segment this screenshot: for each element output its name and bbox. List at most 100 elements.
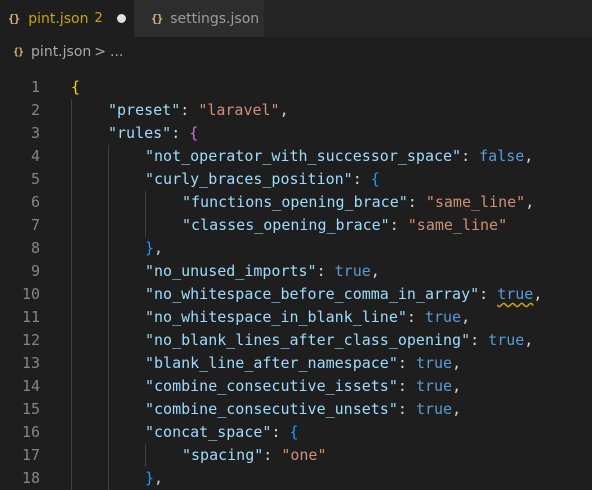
line-number: 13 (21, 354, 40, 372)
unsaved-dot-icon[interactable] (116, 14, 126, 23)
problem-count-badge: 2 (94, 11, 103, 26)
code-token: false (479, 147, 525, 165)
breadcrumb-separator: > (94, 44, 106, 60)
code-line[interactable]: 10 "no_whitespace_before_comma_in_array":… (0, 283, 592, 306)
code-token: : (397, 377, 416, 395)
code-line[interactable]: 5 "curly_braces_position": { (0, 168, 592, 191)
code-text: "blank_line_after_namespace": true, (145, 352, 461, 375)
code-token: true (334, 262, 371, 280)
line-number: 8 (30, 239, 40, 257)
code-line[interactable]: 11 "no_whitespace_in_blank_line": true, (0, 306, 592, 329)
line-number: 6 (30, 193, 40, 211)
code-token: : (479, 285, 498, 303)
indent-guide (108, 145, 109, 490)
code-token: : (316, 262, 335, 280)
code-token: : (461, 147, 480, 165)
line-number: 9 (30, 262, 40, 280)
code-line[interactable]: 6 "functions_opening_brace": "same_line", (0, 191, 592, 214)
line-number: 1 (30, 78, 40, 96)
code-editor[interactable]: 1{2 "preset": "laravel", 3 "rules": {4 "not_… (0, 66, 592, 490)
code-token: : (352, 170, 371, 188)
code-token: "no_blank_lines_after_class_opening" (145, 331, 471, 349)
code-token: "laravel" (198, 101, 280, 119)
code-token: , (370, 262, 380, 280)
code-line[interactable]: 16 "concat_space": { (0, 421, 592, 444)
code-text: "concat_space": { (145, 421, 299, 444)
code-token: true (488, 331, 525, 349)
code-token: , (524, 147, 534, 165)
code-token: true (415, 400, 453, 418)
code-line[interactable]: 14 "combine_consecutive_issets": true, (0, 375, 592, 398)
line-number: 4 (30, 147, 40, 165)
code-text: "no_whitespace_before_comma_in_array": t… (145, 283, 542, 306)
code-token: { (289, 423, 299, 441)
code-token: , (524, 331, 534, 349)
code-token: "functions_opening_brace" (182, 193, 408, 211)
code-text: "not_operator_with_successor_space": fal… (145, 145, 533, 168)
code-line[interactable]: 9 "no_unused_imports": true, (0, 260, 592, 283)
code-token: "no_unused_imports" (145, 262, 317, 280)
code-token: true (415, 377, 453, 395)
tab-settings-json[interactable]: {} settings.json (134, 0, 264, 37)
code-token: : (180, 101, 199, 119)
code-token: true (497, 285, 534, 303)
code-line[interactable]: 1{ (0, 76, 592, 99)
code-token: "no_whitespace_before_comma_in_array" (145, 285, 480, 303)
code-token: "same_line" (425, 193, 526, 211)
code-token: "classes_opening_brace" (182, 216, 390, 234)
code-token: "combine_consecutive_unsets" (145, 400, 398, 418)
code-token: , (279, 101, 289, 119)
code-line[interactable]: 12 "no_blank_lines_after_class_opening": … (0, 329, 592, 352)
json-braces-icon: {} (8, 12, 20, 25)
code-token: "spacing" (182, 446, 264, 464)
code-token: , (525, 193, 535, 211)
breadcrumb-file[interactable]: pint.json (31, 44, 91, 60)
code-token: , (461, 308, 471, 326)
json-braces-icon: {} (151, 12, 163, 25)
code-token: "one" (281, 446, 327, 464)
code-line[interactable]: 2 "preset": "laravel", (0, 99, 592, 122)
code-token: : (389, 216, 408, 234)
line-number: 14 (21, 377, 40, 395)
code-token: , (452, 377, 462, 395)
indent-guide (71, 99, 72, 490)
code-line[interactable]: 8}, (0, 237, 592, 260)
breadcrumb: {} pint.json > ... (0, 38, 592, 66)
code-text: "no_blank_lines_after_class_opening": tr… (145, 329, 533, 352)
code-token: : (263, 446, 282, 464)
code-token: { (189, 124, 199, 142)
line-number: 5 (30, 170, 40, 188)
tab-label: settings.json (170, 10, 260, 27)
code-text: "no_whitespace_in_blank_line": true, (145, 306, 470, 329)
code-token: "same_line" (407, 216, 508, 234)
code-token: "concat_space" (145, 423, 272, 441)
breadcrumb-more[interactable]: ... (110, 44, 123, 60)
line-number: 10 (21, 285, 40, 303)
code-text: "spacing": "one" (182, 444, 327, 467)
code-token: : (171, 124, 190, 142)
code-token: "not_operator_with_successor_space" (145, 147, 462, 165)
code-token: } (145, 239, 155, 257)
code-line[interactable]: 17 "spacing": "one" (0, 444, 592, 467)
code-token: , (452, 354, 462, 372)
indent-guide (145, 191, 146, 237)
code-text: "curly_braces_position": { (145, 168, 380, 191)
code-token: "preset" (108, 101, 181, 119)
code-line[interactable]: 15 "combine_consecutive_unsets": true, (0, 398, 592, 421)
code-text: "combine_consecutive_issets": true, (145, 375, 461, 398)
line-number: 12 (21, 331, 40, 349)
code-text: "preset": "laravel", (108, 99, 289, 122)
line-number: 3 (30, 124, 40, 142)
code-text: { (71, 76, 80, 99)
line-number: 7 (30, 216, 40, 234)
code-line[interactable]: 4 "not_operator_with_successor_space": fa… (0, 145, 592, 168)
code-line[interactable]: 13 "blank_line_after_namespace": true, (0, 352, 592, 375)
indent-guide (145, 444, 146, 467)
code-token: "curly_braces_position" (145, 170, 353, 188)
code-line[interactable]: 7 "classes_opening_brace": "same_line" (0, 214, 592, 237)
code-text: "no_unused_imports": true, (145, 260, 380, 283)
code-token: "rules" (108, 124, 172, 142)
code-line[interactable]: 3 "rules": { (0, 122, 592, 145)
code-token: : (470, 331, 489, 349)
tab-pint-json[interactable]: {} pint.json 2 (0, 0, 134, 37)
